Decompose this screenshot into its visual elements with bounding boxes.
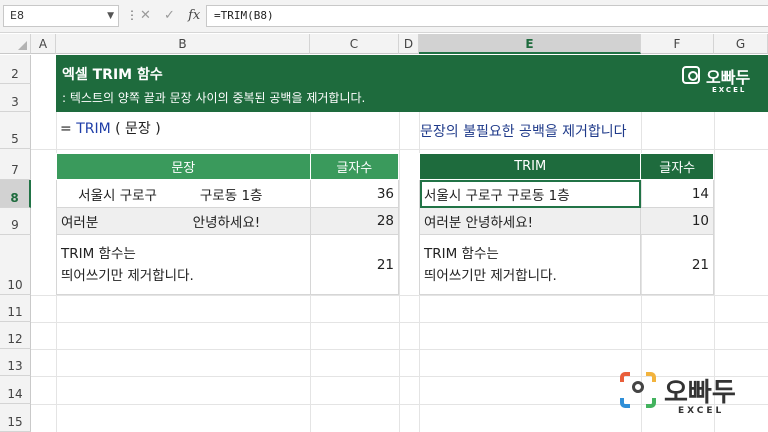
column-header-e[interactable]: E: [419, 34, 641, 54]
banner-logo: 오빠두 EXCEL: [682, 64, 768, 102]
row-header-15[interactable]: 15: [0, 404, 31, 432]
table-cell[interactable]: 여러분 안녕하세요!: [56, 207, 311, 235]
banner-logo-name: 오빠두: [706, 68, 751, 87]
header-char-count[interactable]: 글자수: [309, 153, 400, 180]
grid-line: [31, 322, 768, 323]
function-syntax: = TRIM ( 문장 ): [60, 118, 161, 138]
row-header-10[interactable]: 10: [0, 235, 31, 295]
title-banner: 엑셀 TRIM 함수 : 텍스트의 양쪽 끝과 문장 사이의 중복된 공백을 제…: [56, 55, 768, 112]
function-description: 문장의 불필요한 공백을 제거합니다: [420, 124, 627, 140]
name-box-value: E8: [10, 9, 24, 22]
row-header-7[interactable]: 7: [0, 149, 31, 180]
page-subtitle: : 텍스트의 양쪽 끝과 문장 사이의 중복된 공백을 제거합니다.: [62, 91, 366, 105]
row-header-14[interactable]: 14: [0, 376, 31, 404]
source-table: 문장 글자수 서울시 구로구 구로동 1층 36 여러분 안녕하세요! 28 T…: [56, 153, 400, 295]
column-header-f[interactable]: F: [641, 34, 714, 54]
select-all-corner[interactable]: [0, 34, 31, 54]
column-header-c[interactable]: C: [310, 34, 399, 54]
row-header-13[interactable]: 13: [0, 349, 31, 376]
table-cell[interactable]: TRIM 함수는 띄어쓰기만 제거합니다.: [56, 234, 311, 295]
row-header-3[interactable]: 3: [0, 84, 31, 112]
table-cell[interactable]: 여러분 안녕하세요!: [418, 207, 642, 235]
syntax-args: ( 문장 ): [110, 121, 161, 137]
formula-buttons: ✕ ✓ fx: [140, 5, 209, 27]
bottom-logo: 오빠두 EXCEL: [620, 372, 740, 422]
table-cell[interactable]: 서울시 구로구 구로동 1층: [56, 179, 311, 208]
header-trim[interactable]: TRIM: [418, 153, 642, 180]
header-char-count[interactable]: 글자수: [640, 153, 714, 180]
page-title: 엑셀 TRIM 함수: [62, 67, 163, 83]
table-cell[interactable]: 21: [309, 234, 400, 295]
column-header-g[interactable]: G: [714, 34, 768, 54]
table-cell[interactable]: 36: [309, 179, 400, 208]
row-header-11[interactable]: 11: [0, 295, 31, 322]
header-sentence[interactable]: 문장: [56, 153, 311, 180]
column-header-b[interactable]: B: [56, 34, 310, 54]
cell-line: TRIM 함수는: [424, 245, 499, 262]
grid-line: [31, 349, 768, 350]
bottom-logo-name: 오빠두: [664, 378, 736, 408]
camera-logo-icon: [620, 372, 656, 408]
row-header-9[interactable]: 9: [0, 208, 31, 235]
grid-line: [31, 149, 768, 150]
table-cell[interactable]: 14: [640, 179, 714, 208]
formula-bar: E8 ▼ ⋮ ✕ ✓ fx =TRIM(B8): [0, 0, 768, 33]
table-cell[interactable]: 21: [640, 234, 714, 295]
table-cell[interactable]: TRIM 함수는 띄어쓰기만 제거합니다.: [418, 234, 642, 295]
column-header-a[interactable]: A: [31, 34, 56, 54]
result-table: TRIM 글자수 서울시 구로구 구로동 1층 14 여러분 안녕하세요! 10…: [418, 153, 714, 295]
row-header-2[interactable]: 2: [0, 55, 31, 84]
bottom-logo-sub: EXCEL: [678, 406, 725, 416]
row-header-12[interactable]: 12: [0, 322, 31, 349]
cancel-icon[interactable]: ✕: [140, 5, 151, 27]
row-header-8[interactable]: 8: [0, 180, 31, 208]
table-cell-active[interactable]: 서울시 구로구 구로동 1층: [418, 179, 642, 208]
grid-line: [31, 295, 768, 296]
cell-line: 띄어쓰기만 제거합니다.: [61, 267, 194, 284]
confirm-icon[interactable]: ✓: [164, 5, 175, 27]
camera-icon: [682, 66, 700, 84]
banner-logo-sub: EXCEL: [712, 86, 747, 94]
syntax-prefix: =: [60, 121, 77, 137]
table-cell[interactable]: 28: [309, 207, 400, 235]
cell-line: 띄어쓰기만 제거합니다.: [424, 267, 557, 284]
name-box[interactable]: E8 ▼: [3, 5, 119, 27]
chevron-down-icon[interactable]: ▼: [107, 6, 114, 26]
column-header-d[interactable]: D: [399, 34, 419, 54]
formula-input[interactable]: =TRIM(B8): [206, 5, 768, 27]
syntax-function-name: TRIM: [76, 121, 111, 137]
row-header-5[interactable]: 5: [0, 112, 31, 149]
table-cell[interactable]: 10: [640, 207, 714, 235]
insert-function-icon[interactable]: fx: [188, 5, 200, 27]
cell-line: TRIM 함수는: [61, 245, 136, 262]
more-options-icon[interactable]: ⋮: [126, 8, 138, 22]
